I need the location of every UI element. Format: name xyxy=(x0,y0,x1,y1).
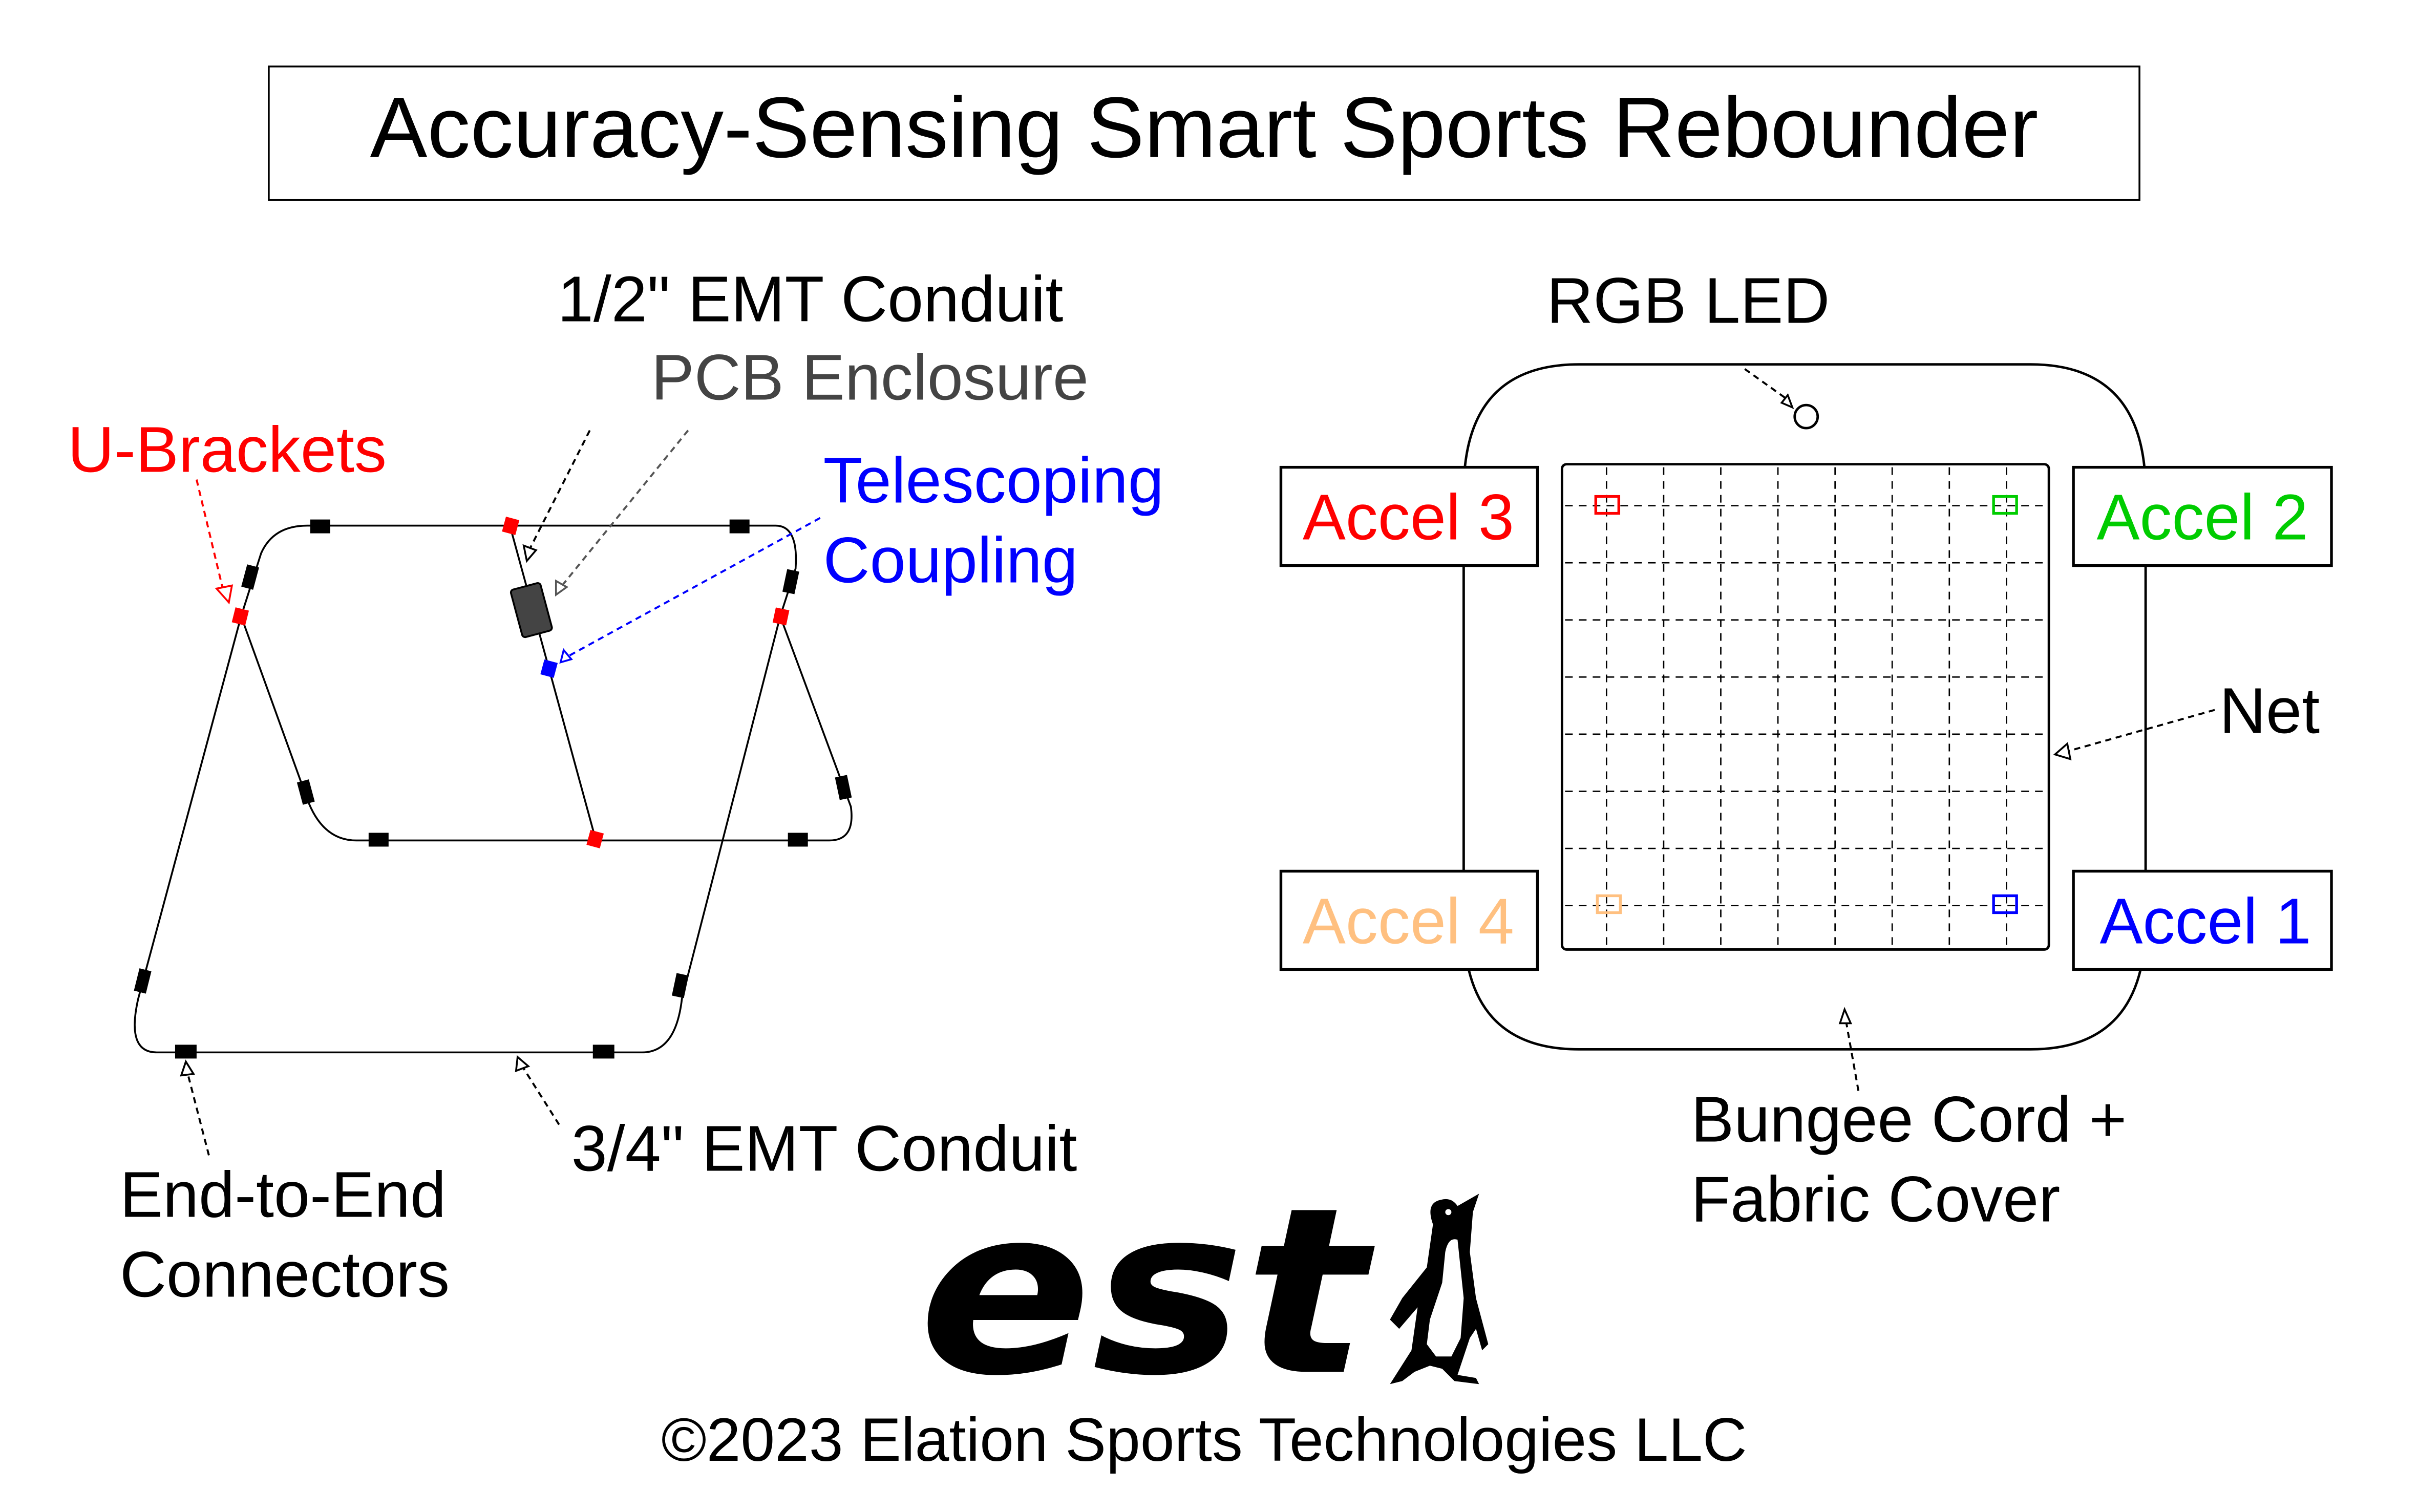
half-inch-conduit-label: 1/2" EMT Conduit xyxy=(558,263,1064,335)
end-to-end-connectors-label-line1: End-to-End xyxy=(120,1158,446,1230)
connector xyxy=(788,833,808,847)
u-bracket xyxy=(502,517,520,535)
connector xyxy=(782,569,799,594)
rgb-led-label: RGB LED xyxy=(1546,265,1830,337)
net-label: Net xyxy=(2219,675,2320,747)
page-title: Accuracy-Sensing Smart Sports Rebounder xyxy=(370,79,2039,176)
u-brackets-label: U-Brackets xyxy=(68,414,387,486)
connector xyxy=(175,1045,197,1059)
connector xyxy=(241,564,259,590)
telescoping-coupling xyxy=(540,659,558,678)
company-logo: est xyxy=(919,1158,1489,1426)
u-brackets-arrowhead xyxy=(215,584,234,605)
bungee-label-line1: Bungee Cord + xyxy=(1691,1083,2127,1155)
rgb-led-arrow xyxy=(1744,368,1789,401)
accel-2-box: Accel 2 xyxy=(2072,465,2333,567)
u-brackets-arrow xyxy=(196,479,225,595)
connector xyxy=(296,779,315,805)
pcb-enclosure-arrow xyxy=(561,430,689,586)
telescoping-arrowhead xyxy=(559,648,573,664)
accel-1-label: Accel 1 xyxy=(2100,885,2311,957)
rebounder-diagram: Accuracy-Sensing Smart Sports Rebounder xyxy=(68,65,2333,1474)
net-diagram: Accel 3 Accel 2 Accel 4 Accel 1 RGB LED … xyxy=(1279,265,2333,1235)
accel-3-label: Accel 3 xyxy=(1303,481,1514,553)
logo-text: est xyxy=(919,1158,1377,1426)
connectors-arrow xyxy=(186,1072,210,1156)
u-brackets xyxy=(231,517,790,848)
connector xyxy=(729,519,750,534)
telescoping-coupling-label-line2: Coupling xyxy=(823,524,1078,597)
rgb-led xyxy=(1793,403,1819,430)
accel-1-box: Accel 1 xyxy=(2072,869,2333,971)
copyright-text: ©2023 Elation Sports Technologies LLC xyxy=(661,1405,1747,1474)
rear-frame-conduit xyxy=(240,615,853,842)
bungee-arrow xyxy=(1845,1021,1860,1091)
accel-4-label: Accel 4 xyxy=(1303,885,1514,957)
connector xyxy=(310,519,330,534)
center-half-inch-conduit xyxy=(509,525,597,841)
penguin-icon xyxy=(1390,1194,1489,1385)
pcb-enclosure xyxy=(510,582,553,638)
telescoping-arrow xyxy=(567,517,821,657)
u-bracket xyxy=(586,829,604,848)
bungee-label-line2: Fabric Cover xyxy=(1691,1163,2060,1235)
net-arrowhead xyxy=(2053,742,2072,761)
end-to-end-connectors-label-line2: Connectors xyxy=(120,1238,450,1310)
half-conduit-arrow xyxy=(529,430,591,549)
net-arrow xyxy=(2067,709,2215,753)
pcb-enclosure-label: PCB Enclosure xyxy=(651,342,1089,414)
u-bracket xyxy=(772,607,790,626)
three-quarter-conduit-arrow xyxy=(521,1066,560,1125)
connector xyxy=(368,833,389,847)
title-box: Accuracy-Sensing Smart Sports Rebounder xyxy=(268,65,2140,201)
frame-diagram: 1/2" EMT Conduit PCB Enclosure U-Bracket… xyxy=(68,263,1164,1311)
connector xyxy=(134,968,152,994)
bungee-arrowhead xyxy=(1838,1007,1853,1025)
connectors-arrowhead xyxy=(180,1059,195,1077)
accel-2-label: Accel 2 xyxy=(2097,481,2308,553)
accel-3-box: Accel 3 xyxy=(1279,465,1539,567)
three-quarter-conduit-arrowhead xyxy=(515,1055,531,1073)
callout-arrows xyxy=(180,430,821,1156)
telescoping-coupling-label-line1: Telescoping xyxy=(823,444,1164,517)
connector xyxy=(592,1045,614,1059)
accel-4-box: Accel 4 xyxy=(1279,869,1539,971)
end-to-end-connectors xyxy=(134,519,852,1059)
net-border xyxy=(1560,463,2050,951)
half-conduit-arrowhead xyxy=(522,544,538,563)
net xyxy=(1560,463,2050,951)
u-bracket xyxy=(231,607,249,626)
connector xyxy=(671,973,689,998)
connector xyxy=(835,775,852,800)
